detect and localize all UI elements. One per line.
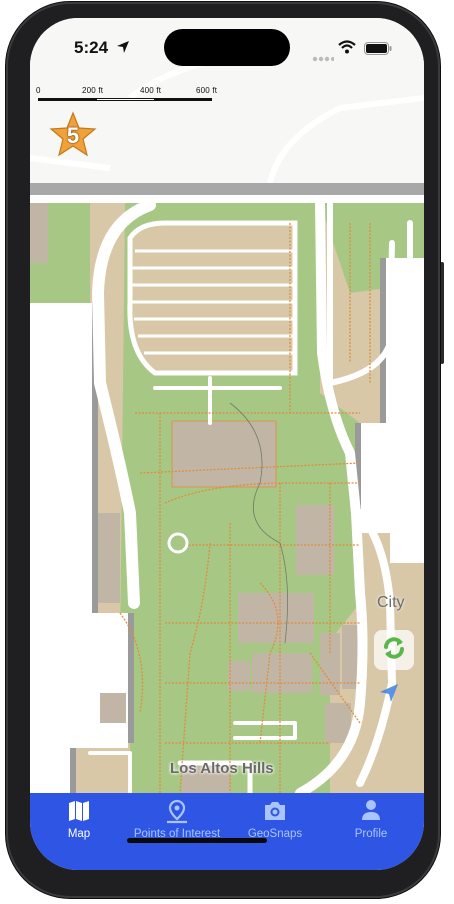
camera-icon	[240, 799, 310, 823]
scale-label-400: 400 ft	[140, 86, 162, 95]
tab-geosnaps[interactable]: GeoSnaps	[240, 793, 310, 870]
map-view[interactable]	[30, 183, 424, 793]
level-badge[interactable]: 5	[48, 111, 98, 159]
map-icon	[44, 799, 114, 823]
power-button[interactable]	[440, 262, 444, 364]
refresh-button[interactable]	[374, 630, 414, 670]
home-indicator[interactable]	[127, 838, 267, 843]
tab-label-map: Map	[67, 828, 91, 840]
wifi-icon	[338, 40, 356, 59]
place-label-los-altos-hills: Los Altos Hills	[170, 760, 274, 777]
app-screen: Los Altos Hills City 5:24 0 200 ft 400 f…	[30, 18, 424, 870]
scale-segment	[96, 98, 156, 101]
tab-points-of-interest[interactable]: Points of Interest	[126, 793, 228, 870]
tab-label-profile: Profile	[354, 828, 388, 840]
scale-label-600: 600 ft	[196, 86, 218, 95]
scale-segment	[154, 98, 212, 101]
map-scale-bar: 0 200 ft 400 ft 600 ft	[36, 86, 226, 106]
person-icon	[336, 799, 406, 823]
status-time: 5:24	[74, 38, 109, 57]
scale-label-200: 200 ft	[82, 86, 104, 95]
scale-label-0: 0	[36, 86, 41, 95]
tab-profile[interactable]: Profile	[336, 793, 406, 870]
dynamic-island	[164, 29, 290, 66]
location-pin-icon	[126, 799, 228, 825]
location-services-icon	[116, 40, 130, 59]
place-label-city: City	[377, 594, 405, 611]
battery-icon	[364, 42, 392, 60]
tab-map[interactable]: Map	[44, 793, 114, 870]
scale-segment	[38, 98, 96, 101]
level-number: 5	[66, 123, 80, 148]
location-arrow-icon[interactable]	[378, 682, 400, 709]
cellular-signal-icon	[312, 49, 335, 67]
refresh-icon	[380, 634, 408, 667]
bottom-tab-bar: Map Points of Interest GeoSnaps Profile	[30, 793, 424, 870]
